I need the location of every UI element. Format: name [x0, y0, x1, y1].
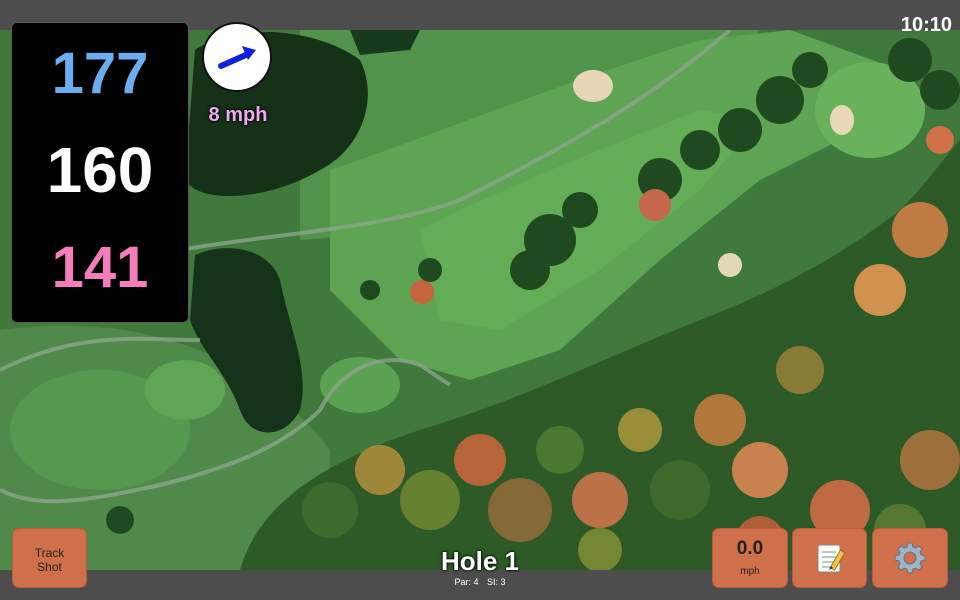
track-shot-label-line1: Track	[34, 546, 65, 560]
gear-icon	[894, 542, 926, 574]
hole-info: Par: 4 SI: 3	[380, 577, 580, 587]
hole-title: Hole 1	[440, 546, 520, 576]
speed-unit: mph	[740, 566, 760, 577]
wind-speed: 8 mph	[208, 104, 268, 126]
settings-button[interactable]	[872, 528, 948, 588]
wind-dial	[202, 22, 272, 92]
middle-distance: 160	[46, 134, 154, 206]
track-shot-button[interactable]: Track Shot	[12, 528, 87, 588]
hole-par: Par: 4	[454, 577, 479, 587]
back-distance: 177	[51, 41, 149, 106]
wind-direction-arrow-icon	[218, 46, 256, 69]
distance-panel: 177 160 141	[11, 22, 189, 323]
speed-value: 0.0	[736, 538, 764, 559]
front-distance: 141	[51, 235, 149, 300]
notes-button[interactable]	[792, 528, 867, 588]
clock-time: 10:10	[900, 14, 952, 36]
track-shot-label-line2: Shot	[37, 560, 62, 574]
hole-stroke-index: SI: 3	[487, 577, 506, 587]
notepad-icon	[817, 544, 845, 573]
speed-button[interactable]: 0.0 mph	[712, 528, 788, 588]
